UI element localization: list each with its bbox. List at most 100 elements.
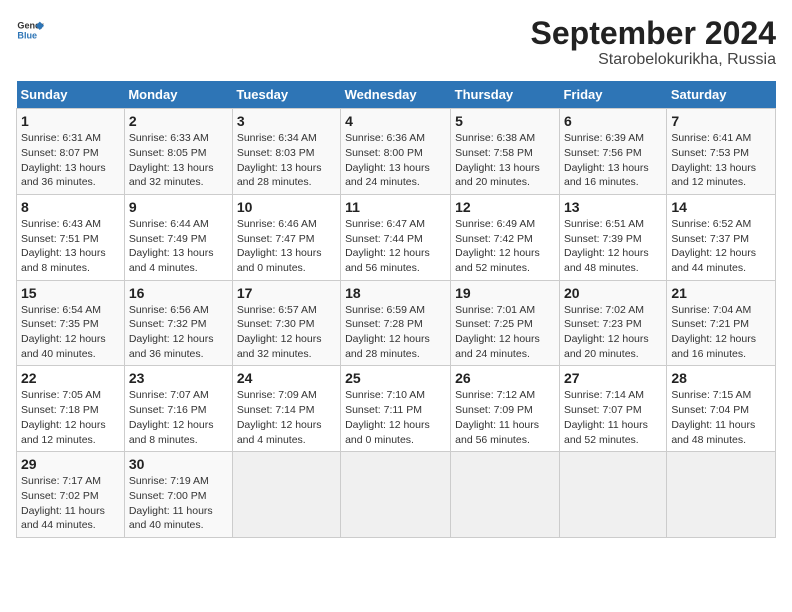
week-row-5: 29 Sunrise: 7:17 AM Sunset: 7:02 PM Dayli…: [17, 452, 776, 538]
day-number: 6: [564, 113, 662, 129]
day-info: Sunrise: 6:49 AM Sunset: 7:42 PM Dayligh…: [455, 217, 555, 276]
day-cell: 9Sunrise: 6:44 AM Sunset: 7:49 PM Daylig…: [124, 194, 232, 280]
col-header-sunday: Sunday: [17, 81, 125, 109]
week-row-2: 8Sunrise: 6:43 AM Sunset: 7:51 PM Daylig…: [17, 194, 776, 280]
day-cell: 21 Sunrise: 7:04 AM Sunset: 7:21 PM Dayli…: [667, 280, 776, 366]
day-info: Sunrise: 7:12 AM Sunset: 7:09 PM Dayligh…: [455, 388, 555, 447]
calendar-table: SundayMondayTuesdayWednesdayThursdayFrid…: [16, 81, 776, 538]
day-number: 7: [671, 113, 771, 129]
page-header: General Blue September 2024 Starobelokur…: [16, 16, 776, 69]
day-cell: 22 Sunrise: 7:05 AM Sunset: 7:18 PM Dayli…: [17, 366, 125, 452]
day-number: 29: [21, 456, 120, 472]
day-info: Sunrise: 6:52 AM Sunset: 7:37 PM Dayligh…: [671, 217, 771, 276]
day-number: 28: [671, 370, 771, 386]
col-header-wednesday: Wednesday: [341, 81, 451, 109]
col-header-thursday: Thursday: [451, 81, 560, 109]
day-number: 13: [564, 199, 662, 215]
day-info: Sunrise: 6:39 AM Sunset: 7:56 PM Dayligh…: [564, 131, 662, 190]
day-info: Sunrise: 6:46 AM Sunset: 7:47 PM Dayligh…: [237, 217, 336, 276]
day-info: Sunrise: 7:01 AM Sunset: 7:25 PM Dayligh…: [455, 303, 555, 362]
day-number: 22: [21, 370, 120, 386]
month-title: September 2024: [531, 16, 776, 51]
day-number: 1: [21, 113, 120, 129]
day-cell: [559, 452, 666, 538]
day-cell: 29 Sunrise: 7:17 AM Sunset: 7:02 PM Dayli…: [17, 452, 125, 538]
day-number: 14: [671, 199, 771, 215]
day-number: 12: [455, 199, 555, 215]
day-number: 24: [237, 370, 336, 386]
day-number: 30: [129, 456, 228, 472]
col-header-monday: Monday: [124, 81, 232, 109]
col-header-saturday: Saturday: [667, 81, 776, 109]
day-info: Sunrise: 6:43 AM Sunset: 7:51 PM Dayligh…: [21, 217, 120, 276]
day-cell: 5 Sunrise: 6:38 AM Sunset: 7:58 PM Daylig…: [451, 109, 560, 195]
day-info: Sunrise: 6:59 AM Sunset: 7:28 PM Dayligh…: [345, 303, 446, 362]
day-info: Sunrise: 7:10 AM Sunset: 7:11 PM Dayligh…: [345, 388, 446, 447]
day-info: Sunrise: 6:38 AM Sunset: 7:58 PM Dayligh…: [455, 131, 555, 190]
day-cell: 25 Sunrise: 7:10 AM Sunset: 7:11 PM Dayli…: [341, 366, 451, 452]
day-info: Sunrise: 6:54 AM Sunset: 7:35 PM Dayligh…: [21, 303, 120, 362]
day-cell: 16Sunrise: 6:56 AM Sunset: 7:32 PM Dayli…: [124, 280, 232, 366]
header-row: SundayMondayTuesdayWednesdayThursdayFrid…: [17, 81, 776, 109]
day-info: Sunrise: 7:04 AM Sunset: 7:21 PM Dayligh…: [671, 303, 771, 362]
day-cell: [667, 452, 776, 538]
day-number: 20: [564, 285, 662, 301]
day-cell: 12 Sunrise: 6:49 AM Sunset: 7:42 PM Dayli…: [451, 194, 560, 280]
col-header-friday: Friday: [559, 81, 666, 109]
day-number: 25: [345, 370, 446, 386]
day-number: 27: [564, 370, 662, 386]
day-number: 15: [21, 285, 120, 301]
day-cell: 1 Sunrise: 6:31 AM Sunset: 8:07 PM Daylig…: [17, 109, 125, 195]
day-number: 21: [671, 285, 771, 301]
day-info: Sunrise: 7:09 AM Sunset: 7:14 PM Dayligh…: [237, 388, 336, 447]
day-cell: 15 Sunrise: 6:54 AM Sunset: 7:35 PM Dayli…: [17, 280, 125, 366]
day-info: Sunrise: 6:57 AM Sunset: 7:30 PM Dayligh…: [237, 303, 336, 362]
day-cell: 26 Sunrise: 7:12 AM Sunset: 7:09 PM Dayli…: [451, 366, 560, 452]
day-number: 19: [455, 285, 555, 301]
day-number: 18: [345, 285, 446, 301]
day-info: Sunrise: 6:41 AM Sunset: 7:53 PM Dayligh…: [671, 131, 771, 190]
day-info: Sunrise: 7:05 AM Sunset: 7:18 PM Dayligh…: [21, 388, 120, 447]
day-info: Sunrise: 6:31 AM Sunset: 8:07 PM Dayligh…: [21, 131, 120, 190]
day-cell: [232, 452, 340, 538]
day-number: 5: [455, 113, 555, 129]
day-number: 10: [237, 199, 336, 215]
week-row-4: 22 Sunrise: 7:05 AM Sunset: 7:18 PM Dayli…: [17, 366, 776, 452]
day-info: Sunrise: 6:33 AM Sunset: 8:05 PM Dayligh…: [129, 131, 228, 190]
day-info: Sunrise: 7:07 AM Sunset: 7:16 PM Dayligh…: [129, 388, 228, 447]
day-cell: 19 Sunrise: 7:01 AM Sunset: 7:25 PM Dayli…: [451, 280, 560, 366]
day-info: Sunrise: 7:14 AM Sunset: 7:07 PM Dayligh…: [564, 388, 662, 447]
day-info: Sunrise: 6:34 AM Sunset: 8:03 PM Dayligh…: [237, 131, 336, 190]
day-number: 11: [345, 199, 446, 215]
day-cell: 2 Sunrise: 6:33 AM Sunset: 8:05 PM Daylig…: [124, 109, 232, 195]
day-info: Sunrise: 7:17 AM Sunset: 7:02 PM Dayligh…: [21, 474, 120, 533]
week-row-1: 1 Sunrise: 6:31 AM Sunset: 8:07 PM Daylig…: [17, 109, 776, 195]
day-cell: 17 Sunrise: 6:57 AM Sunset: 7:30 PM Dayli…: [232, 280, 340, 366]
day-number: 17: [237, 285, 336, 301]
day-cell: 6 Sunrise: 6:39 AM Sunset: 7:56 PM Daylig…: [559, 109, 666, 195]
day-info: Sunrise: 7:15 AM Sunset: 7:04 PM Dayligh…: [671, 388, 771, 447]
day-cell: 10 Sunrise: 6:46 AM Sunset: 7:47 PM Dayli…: [232, 194, 340, 280]
day-info: Sunrise: 6:51 AM Sunset: 7:39 PM Dayligh…: [564, 217, 662, 276]
day-cell: 14 Sunrise: 6:52 AM Sunset: 7:37 PM Dayli…: [667, 194, 776, 280]
day-cell: 13 Sunrise: 6:51 AM Sunset: 7:39 PM Dayli…: [559, 194, 666, 280]
day-number: 16: [129, 285, 228, 301]
day-cell: 27 Sunrise: 7:14 AM Sunset: 7:07 PM Dayli…: [559, 366, 666, 452]
day-cell: [341, 452, 451, 538]
col-header-tuesday: Tuesday: [232, 81, 340, 109]
day-cell: [451, 452, 560, 538]
day-cell: 4Sunrise: 6:36 AM Sunset: 8:00 PM Daylig…: [341, 109, 451, 195]
day-cell: 23Sunrise: 7:07 AM Sunset: 7:16 PM Dayli…: [124, 366, 232, 452]
week-row-3: 15 Sunrise: 6:54 AM Sunset: 7:35 PM Dayli…: [17, 280, 776, 366]
day-cell: 8Sunrise: 6:43 AM Sunset: 7:51 PM Daylig…: [17, 194, 125, 280]
day-number: 26: [455, 370, 555, 386]
day-cell: 7 Sunrise: 6:41 AM Sunset: 7:53 PM Daylig…: [667, 109, 776, 195]
logo: General Blue: [16, 16, 44, 44]
day-cell: 30 Sunrise: 7:19 AM Sunset: 7:00 PM Dayli…: [124, 452, 232, 538]
day-info: Sunrise: 7:19 AM Sunset: 7:00 PM Dayligh…: [129, 474, 228, 533]
day-cell: 11Sunrise: 6:47 AM Sunset: 7:44 PM Dayli…: [341, 194, 451, 280]
logo-icon: General Blue: [16, 16, 44, 44]
day-info: Sunrise: 7:02 AM Sunset: 7:23 PM Dayligh…: [564, 303, 662, 362]
day-number: 2: [129, 113, 228, 129]
day-number: 4: [345, 113, 446, 129]
